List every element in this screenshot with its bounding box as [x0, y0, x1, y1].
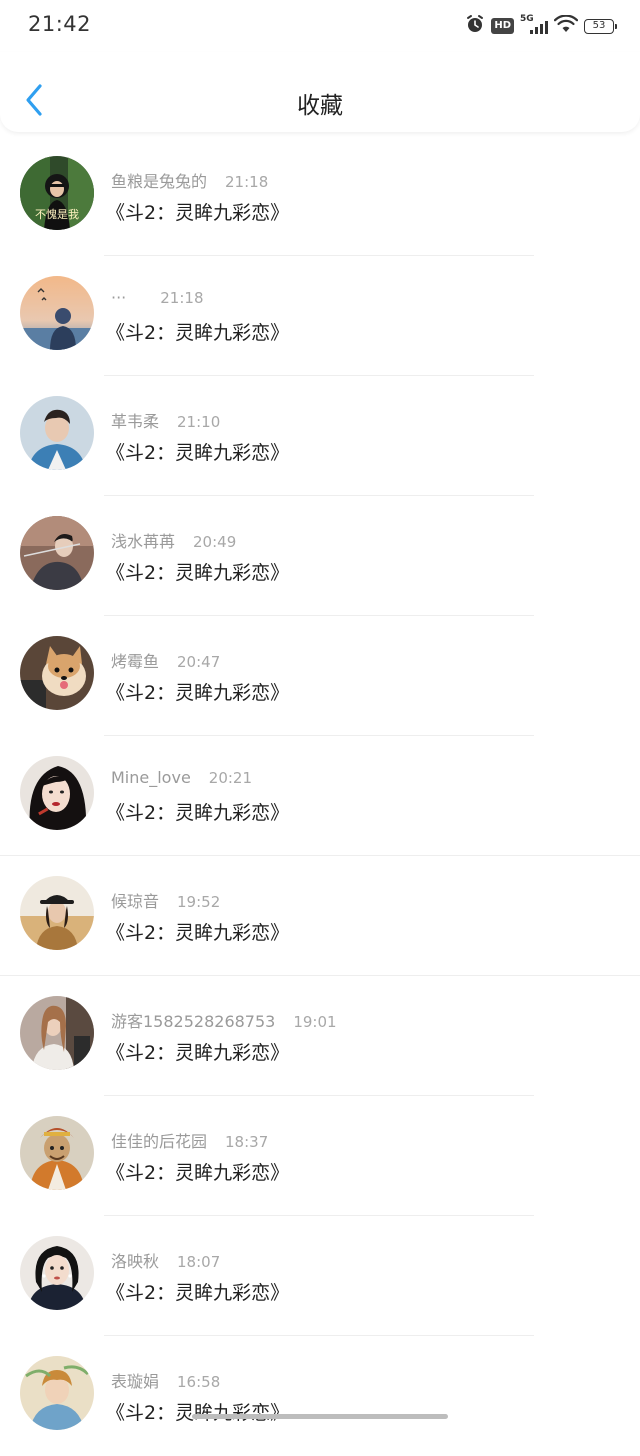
user-name: ···: [111, 288, 127, 307]
list-item[interactable]: 革韦柔 21:10 《斗2：灵眸九彩恋》: [0, 376, 640, 496]
list-item[interactable]: 不愧是我 鱼粮是兔兔的 21:18 《斗2：灵眸九彩恋》: [0, 136, 640, 256]
user-name: 洛映秋: [111, 1252, 160, 1271]
user-name: 革韦柔: [111, 412, 160, 431]
home-indicator[interactable]: [192, 1414, 448, 1419]
favorite-title[interactable]: 《斗2：灵眸九彩恋》: [106, 318, 289, 345]
user-name: Mine_love: [111, 768, 191, 787]
timestamp: 18:37: [225, 1133, 269, 1151]
user-name: 佳佳的后花园: [111, 1132, 208, 1151]
user-name: 烤霉鱼: [111, 652, 160, 671]
avatar[interactable]: [20, 396, 94, 470]
user-name: 鱼粮是兔兔的: [111, 172, 208, 191]
list-item[interactable]: 浅水苒苒 20:49 《斗2：灵眸九彩恋》: [0, 496, 640, 616]
timestamp: 21:10: [177, 413, 221, 431]
header: 收藏: [0, 52, 640, 132]
favorites-list: 不愧是我 鱼粮是兔兔的 21:18 《斗2：灵眸九彩恋》 ··· 21:18 《…: [0, 136, 640, 1456]
list-item[interactable]: 佳佳的后花园 18:37 《斗2：灵眸九彩恋》: [0, 1096, 640, 1216]
timestamp: 20:21: [208, 769, 253, 787]
timestamp: 16:58: [177, 1373, 221, 1391]
avatar[interactable]: [20, 876, 94, 950]
list-item[interactable]: 洛映秋 18:07 《斗2：灵眸九彩恋》: [0, 1216, 640, 1336]
favorite-title[interactable]: 《斗2：灵眸九彩恋》: [106, 1278, 289, 1305]
list-item[interactable]: Mine_love 20:21 《斗2：灵眸九彩恋》: [0, 736, 640, 856]
timestamp: 21:18: [225, 173, 269, 191]
avatar[interactable]: [20, 1236, 94, 1310]
list-item[interactable]: 候琼音 19:52 《斗2：灵眸九彩恋》: [0, 856, 640, 976]
list-item[interactable]: 表璇娟 16:58 《斗2：灵眸九彩恋》: [0, 1336, 640, 1456]
user-name: 游客1582528268753: [111, 1012, 276, 1031]
status-icons: HD 5G 53: [465, 14, 617, 38]
wifi-icon: [553, 14, 579, 37]
battery-icon: 53: [584, 18, 617, 34]
alarm-icon: [465, 14, 485, 38]
item-meta: 佳佳的后花园 18:37: [111, 1128, 268, 1152]
item-meta: Mine_love 20:21: [111, 768, 252, 787]
page-title: 收藏: [297, 93, 343, 119]
item-meta: 表璇娟 16:58: [111, 1368, 220, 1392]
list-item[interactable]: 游客1582528268753 19:01 《斗2：灵眸九彩恋》: [0, 976, 640, 1096]
favorite-title[interactable]: 《斗2：灵眸九彩恋》: [106, 558, 289, 585]
item-meta: 候琼音 19:52: [111, 888, 220, 912]
timestamp: 20:49: [193, 533, 237, 551]
favorite-title[interactable]: 《斗2：灵眸九彩恋》: [106, 798, 289, 825]
favorite-title[interactable]: 《斗2：灵眸九彩恋》: [106, 1038, 289, 1065]
favorite-title[interactable]: 《斗2：灵眸九彩恋》: [106, 438, 289, 465]
avatar[interactable]: [20, 636, 94, 710]
item-meta: 革韦柔 21:10: [111, 408, 220, 432]
list-item[interactable]: 烤霉鱼 20:47 《斗2：灵眸九彩恋》: [0, 616, 640, 736]
avatar[interactable]: [20, 756, 94, 830]
status-time: 21:42: [28, 12, 92, 36]
avatar[interactable]: [20, 1356, 94, 1430]
user-name: 候琼音: [111, 892, 160, 911]
item-meta: 洛映秋 18:07: [111, 1248, 220, 1272]
favorite-title[interactable]: 《斗2：灵眸九彩恋》: [106, 678, 289, 705]
hd-icon: HD: [491, 18, 514, 34]
timestamp: 18:07: [177, 1253, 221, 1271]
signal-icon: 5G: [520, 14, 548, 36]
favorite-title[interactable]: 《斗2：灵眸九彩恋》: [106, 1158, 289, 1185]
timestamp: 20:47: [177, 653, 221, 671]
timestamp: 19:01: [293, 1013, 337, 1031]
timestamp: 19:52: [177, 893, 221, 911]
avatar[interactable]: [20, 996, 94, 1070]
battery-level: 53: [592, 19, 606, 31]
avatar[interactable]: [20, 276, 94, 350]
item-meta: 游客1582528268753 19:01: [111, 1008, 337, 1032]
item-meta: 鱼粮是兔兔的 21:18: [111, 168, 268, 192]
favorite-title[interactable]: 《斗2：灵眸九彩恋》: [106, 1398, 289, 1425]
item-meta: 烤霉鱼 20:47: [111, 648, 220, 672]
timestamp: 21:18: [160, 289, 204, 307]
item-meta: 浅水苒苒 20:49: [111, 528, 236, 552]
avatar[interactable]: [20, 516, 94, 590]
avatar-caption: 不愧是我: [35, 207, 79, 221]
avatar[interactable]: 不愧是我: [20, 156, 94, 230]
item-meta: ··· 21:18: [111, 288, 204, 307]
status-bar: 21:42 HD 5G 53: [0, 0, 640, 52]
user-name: 表璇娟: [111, 1372, 160, 1391]
avatar[interactable]: [20, 1116, 94, 1190]
user-name: 浅水苒苒: [111, 532, 176, 551]
favorite-title[interactable]: 《斗2：灵眸九彩恋》: [106, 198, 289, 225]
favorite-title[interactable]: 《斗2：灵眸九彩恋》: [106, 918, 289, 945]
list-item[interactable]: ··· 21:18 《斗2：灵眸九彩恋》: [0, 256, 640, 376]
